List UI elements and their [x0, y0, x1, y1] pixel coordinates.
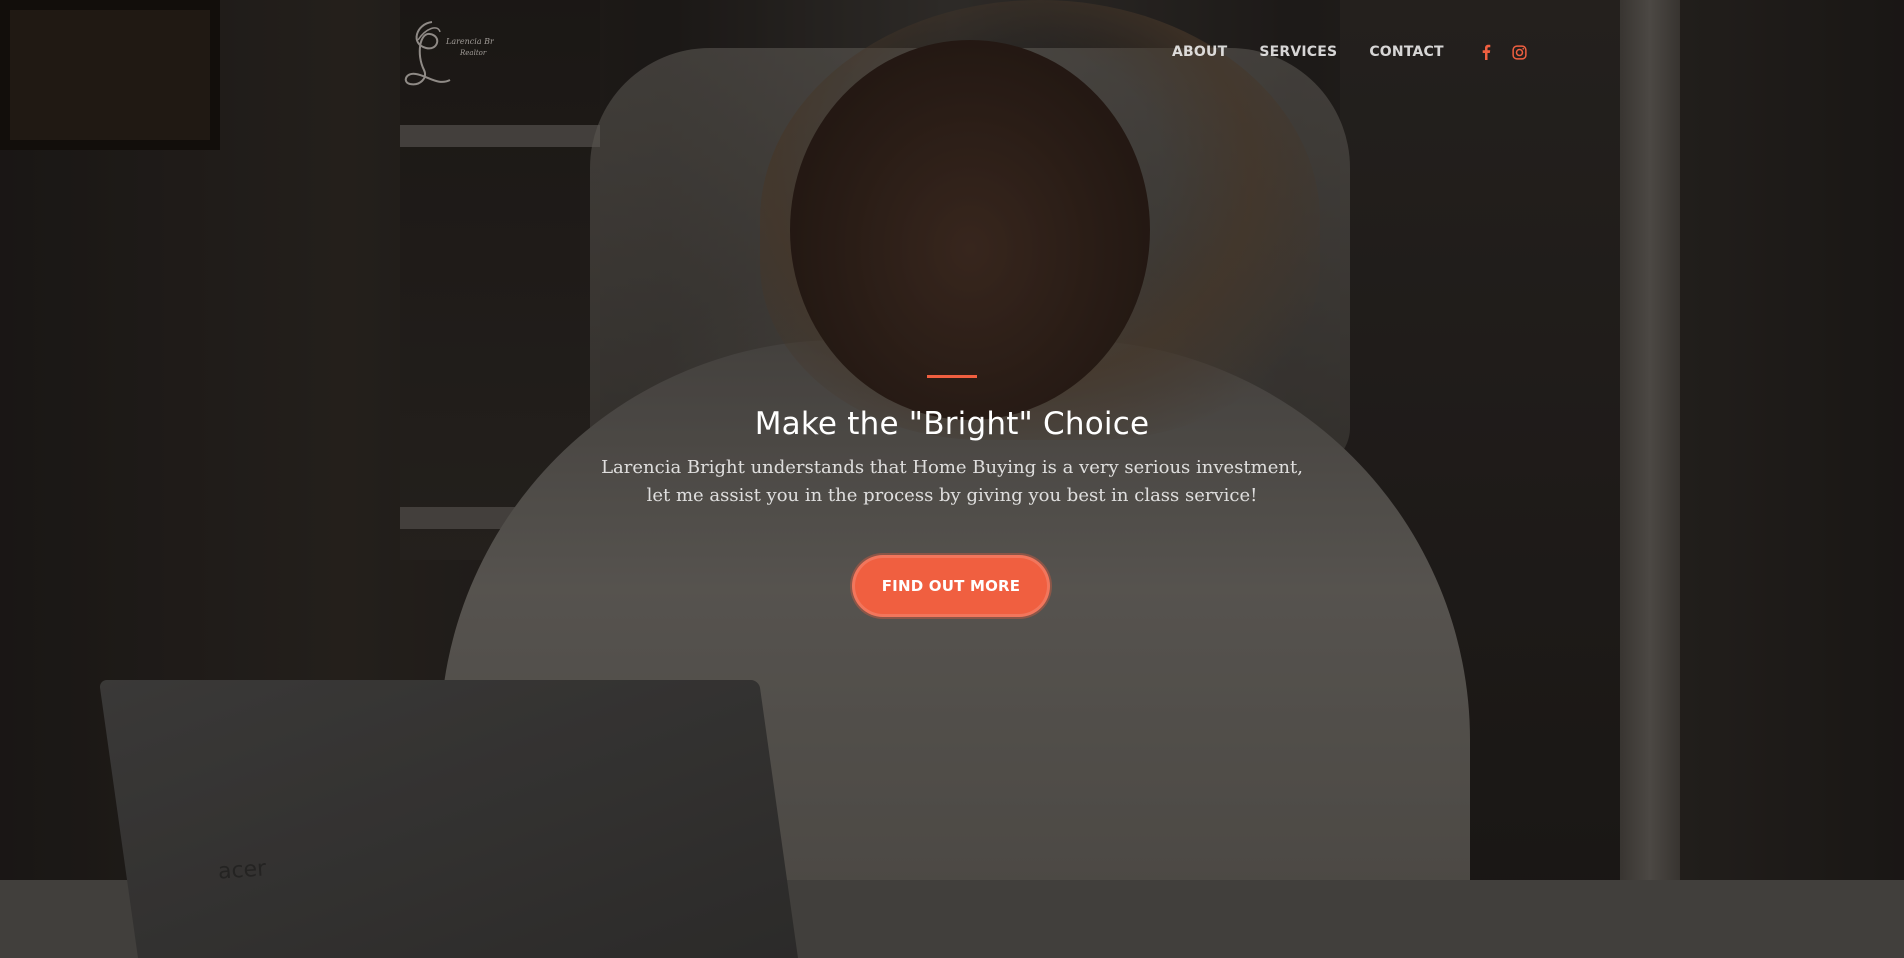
hero-lead-text: Larencia Bright understands that Home Bu… — [601, 457, 1303, 506]
cursive-l-monogram-logo: Larencia Bright Realtor — [404, 21, 511, 86]
nav-link-services[interactable]: SERVICES — [1259, 44, 1337, 60]
brand-logo[interactable]: Larencia Bright Realtor — [398, 14, 511, 92]
logo-text-line1: Larencia Bright — [445, 37, 494, 46]
logo-text-line2: Realtor — [459, 49, 487, 57]
hero-title: Make the "Bright" Choice — [754, 406, 1150, 442]
navbar: Larencia Bright Realtor ABOUT SERVICES C… — [0, 0, 1904, 104]
nav-link-about[interactable]: ABOUT — [1172, 44, 1227, 60]
nav-links: ABOUT SERVICES CONTACT — [1172, 40, 1544, 64]
nav-link-contact[interactable]: CONTACT — [1369, 44, 1443, 60]
facebook-icon[interactable] — [1476, 42, 1496, 62]
title-divider — [927, 375, 977, 378]
find-out-more-button[interactable]: FIND OUT MORE — [852, 555, 1050, 617]
instagram-icon[interactable] — [1510, 42, 1530, 62]
hero-section: acer Larencia Bright Realtor ABOUT SERVI… — [0, 0, 1904, 958]
